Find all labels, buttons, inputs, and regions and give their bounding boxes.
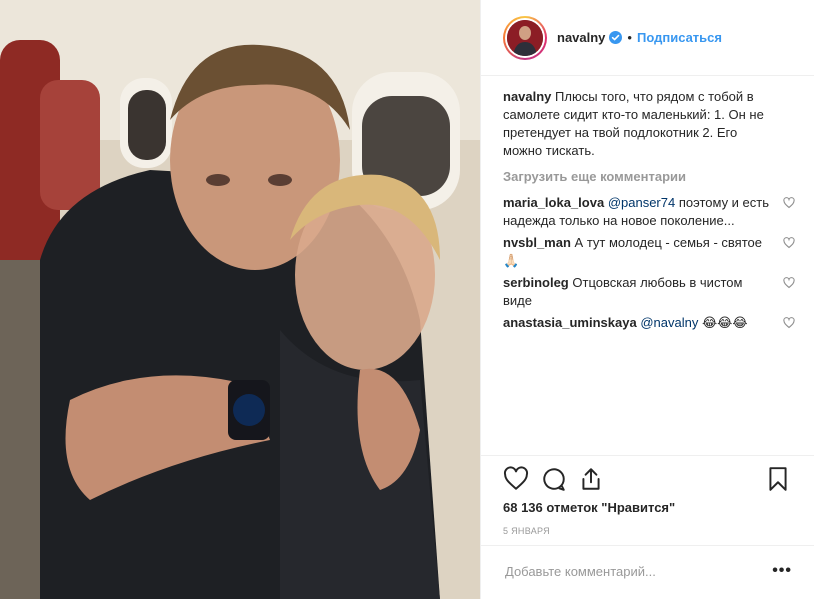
comment-mention[interactable]: @panser74 [608, 195, 675, 210]
post-actions: 68 136 отметок "Нравится" 5 ЯНВАРЯ [481, 455, 814, 536]
header-username[interactable]: navalny [557, 30, 605, 45]
avatar[interactable] [503, 15, 547, 60]
comment-username[interactable]: anastasia_uminskaya [503, 315, 637, 330]
comment-username[interactable]: maria_loka_lova [503, 195, 604, 210]
post-header: navalny • Подписаться [481, 0, 814, 76]
instagram-post: navalny • Подписаться navalny Плюсы того… [0, 0, 814, 599]
post-date[interactable]: 5 ЯНВАРЯ [503, 526, 550, 536]
like-comment-heart-icon[interactable] [783, 197, 795, 209]
like-comment-heart-icon[interactable] [783, 237, 795, 249]
comment-mention[interactable]: @navalny [640, 315, 698, 330]
more-options-icon[interactable]: ••• [772, 562, 792, 580]
avatar-image [507, 19, 543, 56]
load-more-comments-button[interactable]: Загрузить еще комментарии [503, 168, 795, 186]
post-photo[interactable] [0, 0, 480, 599]
comment-username[interactable]: nvsbl_man [503, 235, 571, 250]
comments-list: navalny Плюсы того, что рядом с тобой в … [503, 88, 795, 336]
comment-username[interactable]: serbinoleg [503, 275, 569, 290]
action-icons-row [481, 456, 814, 500]
add-comment-input[interactable] [503, 563, 747, 580]
comment-item: nvsbl_man А тут молодец - семья - святое… [503, 234, 795, 270]
share-icon[interactable] [578, 466, 604, 492]
comment-item: maria_loka_lova @panser74 поэтому и есть… [503, 194, 795, 230]
comment-item: anastasia_uminskaya @navalny 😂😂😂 [503, 314, 795, 332]
verified-icon [609, 31, 623, 44]
comment-icon[interactable] [541, 466, 567, 492]
separator-dot: • [627, 30, 632, 45]
like-comment-heart-icon[interactable] [783, 277, 795, 289]
side-panel: navalny • Подписаться navalny Плюсы того… [480, 0, 814, 599]
add-comment-bar: ••• [481, 545, 814, 599]
follow-button[interactable]: Подписаться [637, 30, 722, 45]
like-comment-heart-icon[interactable] [783, 317, 795, 329]
heart-icon[interactable] [503, 466, 529, 492]
likes-count[interactable]: 68 136 отметок "Нравится" [503, 500, 675, 515]
comment-text: 😂😂😂 [698, 315, 748, 330]
photo-illustration [0, 0, 480, 599]
bookmark-icon[interactable] [765, 466, 791, 492]
caption-username[interactable]: navalny [503, 89, 551, 104]
caption: navalny Плюсы того, что рядом с тобой в … [503, 88, 795, 160]
comment-item: serbinoleg Отцовская любовь в чистом вид… [503, 274, 795, 310]
